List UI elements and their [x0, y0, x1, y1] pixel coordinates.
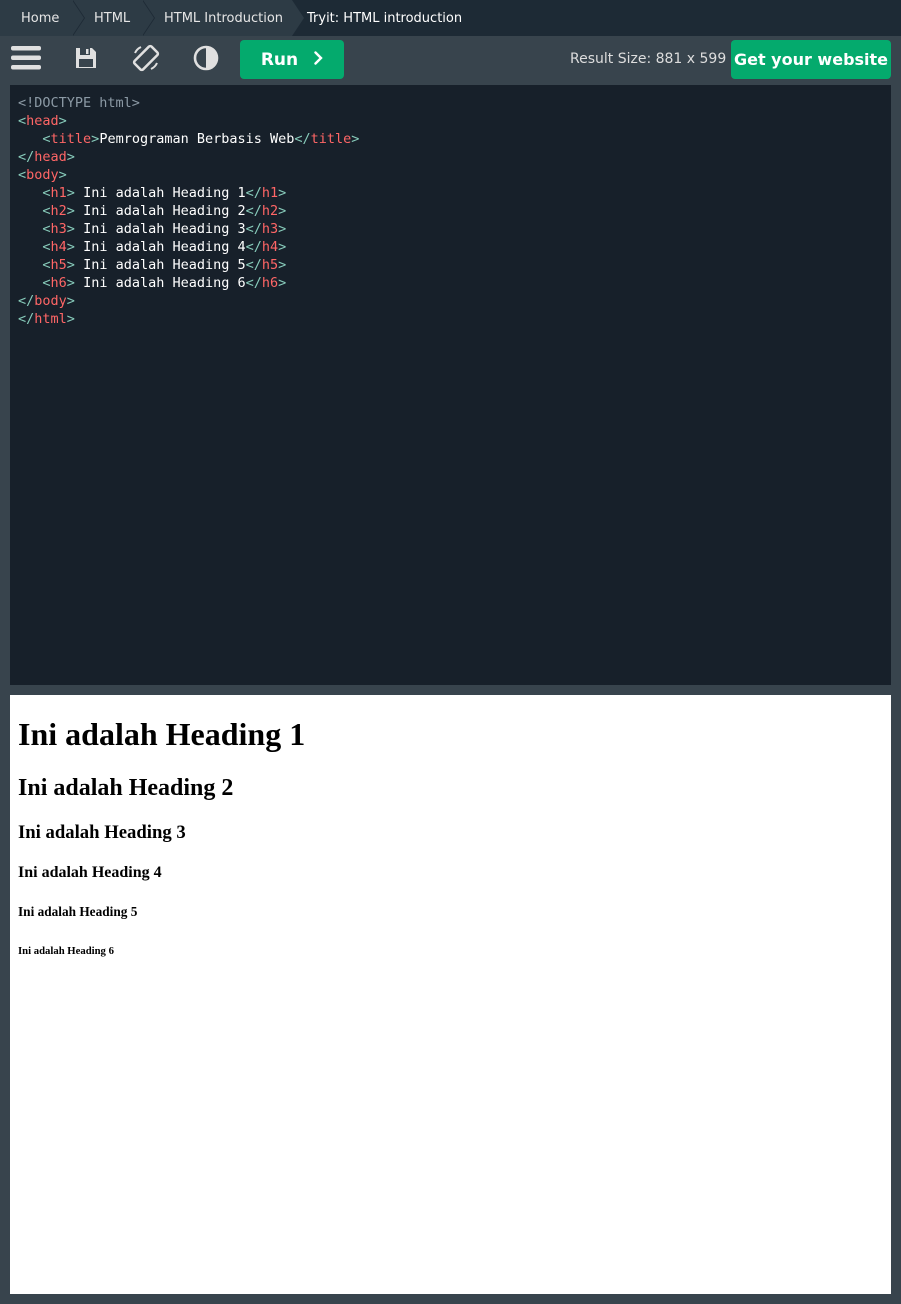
result-heading-2: Ini adalah Heading 2 — [18, 775, 234, 801]
code-line: <h5> Ini adalah Heading 5</h5> — [42, 257, 287, 273]
heading-text-token: Ini adalah Heading 2 — [74, 203, 246, 219]
tag-token: head — [34, 149, 67, 165]
menu-button[interactable] — [8, 42, 44, 78]
title-text-token: Pemrograman Berbasis Web — [99, 131, 295, 147]
theme-button[interactable] — [188, 42, 224, 78]
breadcrumb-html-introduction-label: HTML Introduction — [164, 10, 284, 26]
chevron-right-icon — [314, 50, 323, 70]
breadcrumb-home-label: Home — [21, 10, 60, 26]
result-heading-6: Ini adalah Heading 6 — [18, 945, 114, 957]
toolbar: Run Result Size: 881 x 599 Get your webs… — [0, 36, 901, 85]
heading-text-token: Ini adalah Heading 6 — [74, 275, 246, 291]
result-heading-4: Ini adalah Heading 4 — [18, 864, 162, 881]
tag-token: h2 — [50, 203, 67, 219]
rotate-screen-icon — [131, 43, 161, 78]
code-line: <h3> Ini adalah Heading 3</h3> — [42, 221, 287, 237]
result-heading-1: Ini adalah Heading 1 — [18, 716, 306, 752]
code-line: <h4> Ini adalah Heading 4</h4> — [42, 239, 287, 255]
breadcrumb-home[interactable]: Home — [0, 0, 85, 36]
result-heading-3: Ini adalah Heading 3 — [18, 822, 186, 843]
doctype-token: <!DOCTYPE html> — [18, 95, 140, 111]
tag-token: h6 — [50, 275, 67, 291]
heading-text-token: Ini adalah Heading 4 — [74, 239, 246, 255]
tag-token: h1 — [261, 185, 279, 201]
tag-token: body — [34, 293, 67, 309]
result-frame: Ini adalah Heading 1 Ini adalah Heading … — [10, 695, 891, 1294]
code-line: <title>Pemrograman Berbasis Web</title> — [42, 131, 360, 147]
tag-token: h3 — [50, 221, 67, 237]
rotate-button[interactable] — [128, 42, 164, 78]
contrast-icon — [193, 45, 219, 76]
code-line: </html> — [18, 311, 75, 327]
save-button[interactable] — [68, 42, 104, 78]
breadcrumb-html-introduction[interactable]: HTML Introduction — [142, 0, 305, 36]
tag-token: h4 — [50, 239, 67, 255]
run-button-label: Run — [260, 49, 299, 70]
get-website-button[interactable]: Get your website — [731, 40, 891, 79]
code-line: </body> — [18, 293, 75, 309]
run-button[interactable]: Run — [240, 40, 344, 79]
heading-text-token: Ini adalah Heading 3 — [74, 221, 246, 237]
tag-token: h2 — [261, 203, 279, 219]
code-line: <!DOCTYPE html> — [18, 94, 891, 112]
tag-token: h1 — [50, 185, 67, 201]
tag-token: body — [26, 167, 59, 183]
tag-token: h3 — [261, 221, 279, 237]
tag-token: html — [34, 311, 67, 327]
tag-token: h5 — [261, 257, 279, 273]
code-editor[interactable]: <!DOCTYPE html> <head> <title>Pemrograma… — [10, 85, 891, 685]
breadcrumb: Home HTML HTML Introduction Tryit: HTML … — [0, 0, 901, 36]
hamburger-icon — [11, 45, 41, 76]
tag-token: h6 — [261, 275, 279, 291]
code-line: <head> — [18, 113, 67, 129]
code-line: <h2> Ini adalah Heading 2</h2> — [42, 203, 287, 219]
code-line: <h6> Ini adalah Heading 6</h6> — [42, 275, 287, 291]
floppy-disk-icon — [74, 46, 98, 75]
heading-text-token: Ini adalah Heading 5 — [74, 257, 246, 273]
breadcrumb-html-label: HTML — [94, 10, 131, 26]
code-line: <body> — [18, 167, 67, 183]
breadcrumb-current: Tryit: HTML introduction — [307, 10, 463, 26]
result-heading-5: Ini adalah Heading 5 — [18, 904, 138, 919]
heading-text-token: Ini adalah Heading 1 — [74, 185, 246, 201]
code-line: <h1> Ini adalah Heading 1</h1> — [42, 185, 287, 201]
tag-token: h4 — [261, 239, 279, 255]
tag-token: title — [50, 131, 92, 147]
result-size-label: Result Size: 881 x 599 — [570, 51, 727, 67]
tag-token: head — [26, 113, 59, 129]
tag-token: title — [310, 131, 352, 147]
code-line: </head> — [18, 149, 75, 165]
tag-token: h5 — [50, 257, 67, 273]
